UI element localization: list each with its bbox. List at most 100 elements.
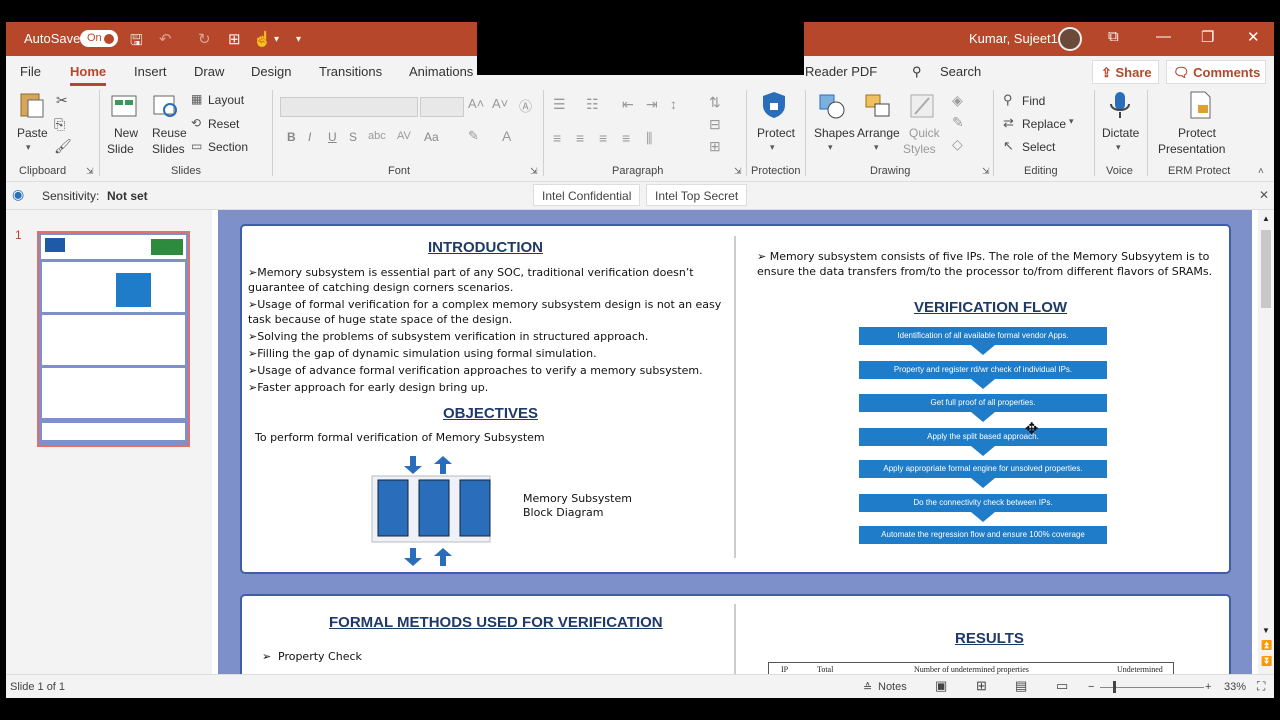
save-icon[interactable]: 🖫 xyxy=(130,30,143,55)
quick-styles-label[interactable]: Quick xyxy=(909,126,940,140)
search-box[interactable]: Search xyxy=(940,64,981,79)
font-name-box[interactable] xyxy=(280,97,418,117)
tab-insert[interactable]: Insert xyxy=(134,64,167,79)
increase-indent-icon[interactable]: ⇥ xyxy=(646,96,658,113)
normal-view-icon[interactable]: ▣ xyxy=(935,678,947,694)
shapes-dropdown-icon[interactable]: ▾ xyxy=(828,142,833,153)
line-spacing-icon[interactable]: ↕ xyxy=(670,96,677,112)
shape-effects-icon[interactable]: ◇ xyxy=(952,136,963,153)
decrease-font-icon[interactable]: A˅ xyxy=(492,96,508,111)
undo-icon[interactable]: ↶ xyxy=(159,30,172,48)
copy-icon[interactable]: ⎘ xyxy=(54,116,65,133)
fit-to-window-icon[interactable]: ⛶ xyxy=(1257,679,1265,694)
notes-button[interactable]: Notes xyxy=(878,681,907,693)
cut-icon[interactable]: ✂ xyxy=(56,92,68,109)
paragraph-launcher-icon[interactable]: ⇲ xyxy=(734,166,742,177)
replace-icon[interactable]: ⇄ xyxy=(1003,115,1014,131)
text-direction-icon[interactable]: ⇅ xyxy=(709,94,721,111)
dictate-button[interactable]: Dictate xyxy=(1102,126,1139,140)
layout-button[interactable]: Layout xyxy=(208,93,244,107)
tab-reader-pdf[interactable]: Reader PDF xyxy=(805,64,877,79)
vertical-scrollbar[interactable]: ▲ ▼ ⏫ ⏬ xyxy=(1258,210,1274,674)
slideshow-icon[interactable]: ▭ xyxy=(1056,678,1068,694)
slide-thumbnail[interactable] xyxy=(37,231,190,447)
paste-dropdown-icon[interactable]: ▾ xyxy=(26,142,31,153)
share-button[interactable]: ⇪ Share xyxy=(1092,60,1159,84)
italic-button[interactable]: I xyxy=(308,130,311,144)
shapes-icon[interactable] xyxy=(818,92,846,122)
font-color-icon[interactable]: A xyxy=(502,128,511,144)
reading-view-icon[interactable]: ▤ xyxy=(1015,678,1027,694)
select-icon[interactable]: ↖ xyxy=(1003,138,1014,154)
reset-button[interactable]: Reset xyxy=(208,117,239,131)
layout-icon[interactable]: ▦ xyxy=(191,92,202,106)
align-right-icon[interactable]: ≡ xyxy=(599,130,607,146)
tab-file[interactable]: File xyxy=(20,64,41,79)
paste-button[interactable]: Paste xyxy=(17,126,48,140)
dictate-dropdown-icon[interactable]: ▾ xyxy=(1116,142,1121,153)
numbering-icon[interactable]: ☷ xyxy=(586,96,599,113)
ribbon-display-icon[interactable]: ⧉ xyxy=(1108,28,1119,45)
zoom-slider-thumb[interactable] xyxy=(1113,681,1116,693)
shape-outline-icon[interactable]: ✎ xyxy=(952,114,964,131)
bullets-icon[interactable]: ☰ xyxy=(553,96,566,113)
avatar[interactable] xyxy=(1058,27,1082,51)
scroll-thumb[interactable] xyxy=(1261,230,1271,308)
minimize-icon[interactable]: — xyxy=(1156,28,1171,45)
user-name[interactable]: Kumar, Sujeet1 xyxy=(969,31,1058,46)
arrange-button[interactable]: Arrange xyxy=(857,126,900,140)
reuse-slides-label-2[interactable]: Slides xyxy=(152,142,185,156)
underline-button[interactable]: U xyxy=(328,130,337,144)
section-button[interactable]: Section xyxy=(208,140,248,154)
intel-top-secret-button[interactable]: Intel Top Secret xyxy=(646,184,748,206)
close-icon[interactable]: ✕ xyxy=(1247,28,1260,46)
collapse-ribbon-icon[interactable]: ˄ xyxy=(1258,166,1264,177)
replace-dropdown-icon[interactable]: ▾ xyxy=(1069,116,1074,127)
slide-canvas[interactable]: INTRODUCTION ➢Memory subsystem is essent… xyxy=(218,210,1252,674)
format-painter-icon[interactable]: 🖌 xyxy=(54,138,72,155)
columns-icon[interactable]: ⫼ xyxy=(646,130,652,147)
notes-icon[interactable]: ≙ xyxy=(863,681,872,694)
protect-shield-icon[interactable] xyxy=(760,90,788,120)
highlight-icon[interactable]: ✎ xyxy=(468,128,479,144)
increase-font-icon[interactable]: A˄ xyxy=(468,96,484,111)
font-size-box[interactable] xyxy=(420,97,464,117)
tab-transitions[interactable]: Transitions xyxy=(319,64,382,79)
scroll-down-icon[interactable]: ▼ xyxy=(1262,626,1270,635)
autosave-toggle[interactable]: On xyxy=(80,30,118,47)
bold-button[interactable]: B xyxy=(287,130,296,144)
next-slide-icon[interactable]: ⏬ xyxy=(1261,656,1272,667)
redo-icon[interactable]: ↻ xyxy=(198,30,211,48)
change-case-button[interactable]: Aa xyxy=(424,130,439,144)
comments-button[interactable]: 🗨 Comments xyxy=(1166,60,1266,84)
tab-home[interactable]: Home xyxy=(70,64,107,86)
align-left-icon[interactable]: ≡ xyxy=(553,130,561,146)
erm-protect-icon[interactable] xyxy=(1186,90,1214,120)
new-slide-icon[interactable] xyxy=(110,92,138,122)
zoom-in-icon[interactable]: + xyxy=(1205,681,1211,693)
intel-confidential-button[interactable]: Intel Confidential xyxy=(533,184,641,206)
quick-styles-label-2[interactable]: Styles xyxy=(903,142,936,156)
erm-presentation-label[interactable]: Presentation xyxy=(1158,142,1225,156)
erm-protect-label[interactable]: Protect xyxy=(1178,126,1216,140)
microphone-icon[interactable] xyxy=(1106,90,1134,120)
tab-animations[interactable]: Animations xyxy=(409,64,473,79)
shadow-button[interactable]: S xyxy=(349,130,357,144)
restore-icon[interactable]: ❐ xyxy=(1201,28,1214,46)
decrease-indent-icon[interactable]: ⇤ xyxy=(622,96,634,113)
protect-dropdown-icon[interactable]: ▾ xyxy=(770,142,775,153)
justify-icon[interactable]: ≡ xyxy=(622,130,630,146)
select-button[interactable]: Select xyxy=(1022,140,1055,154)
replace-button[interactable]: Replace xyxy=(1022,117,1066,131)
font-launcher-icon[interactable]: ⇲ xyxy=(530,166,538,177)
touch-dropdown-icon[interactable]: ▾ xyxy=(274,34,279,45)
align-center-icon[interactable]: ≡ xyxy=(576,130,584,146)
tab-draw[interactable]: Draw xyxy=(194,64,224,79)
arrange-dropdown-icon[interactable]: ▾ xyxy=(874,142,879,153)
protect-button[interactable]: Protect xyxy=(757,126,795,140)
prev-slide-icon[interactable]: ⏫ xyxy=(1261,640,1272,651)
char-spacing-icon[interactable]: AV xyxy=(397,130,411,142)
smartart-icon[interactable]: ⊞ xyxy=(709,138,721,155)
drawing-launcher-icon[interactable]: ⇲ xyxy=(982,166,990,177)
paste-icon[interactable] xyxy=(18,90,46,120)
